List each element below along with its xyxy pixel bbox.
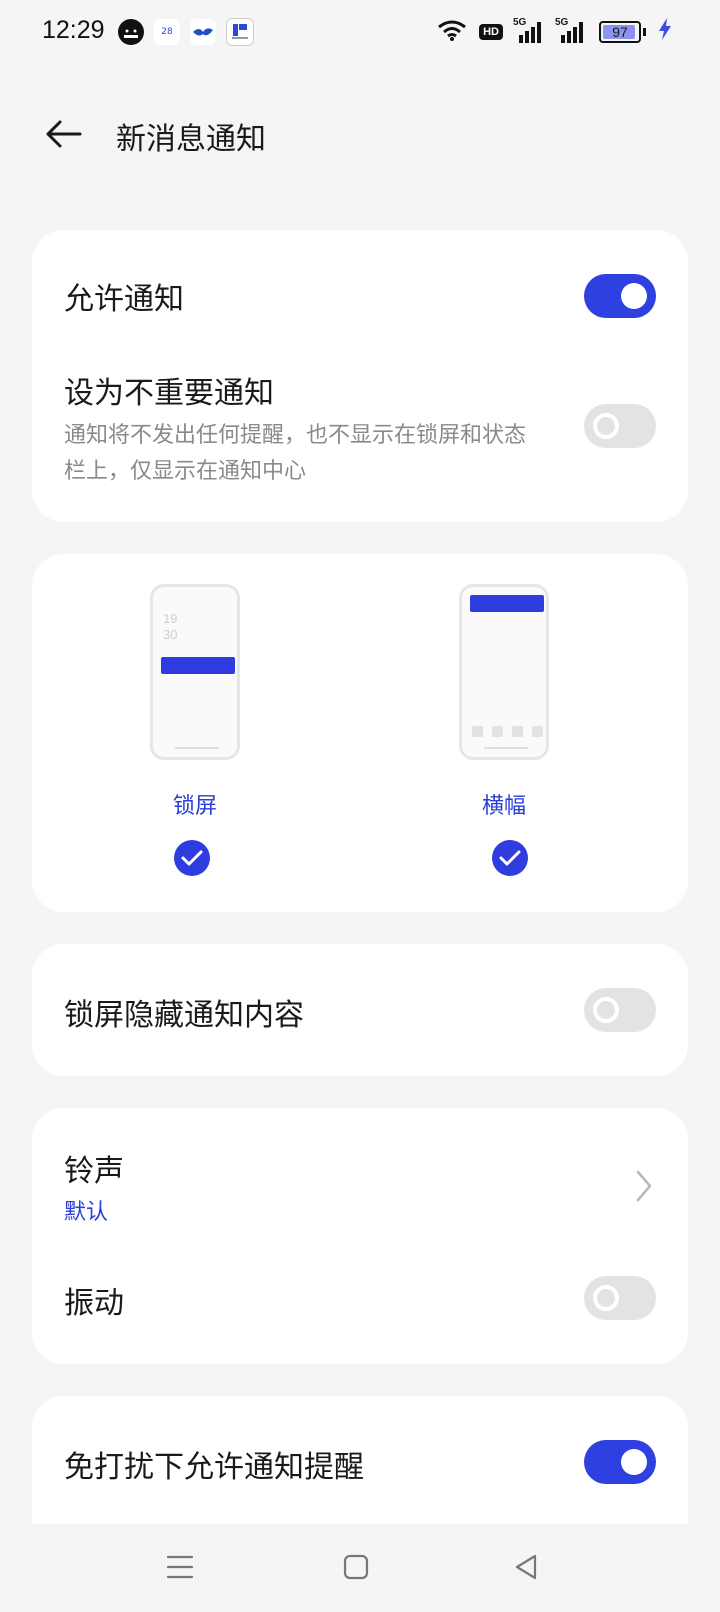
hd-badge: HD xyxy=(479,23,503,40)
checkmark-icon xyxy=(499,850,521,866)
toggle-knob xyxy=(593,413,619,439)
signal-5g-1-icon: 5G xyxy=(513,17,545,43)
signal-label: 5G xyxy=(555,16,569,28)
banner-preview[interactable] xyxy=(459,584,549,760)
lockscreen-preview[interactable]: 19 30 xyxy=(150,584,240,760)
wifi-icon xyxy=(437,19,467,45)
dnd-toggle[interactable] xyxy=(584,1440,656,1484)
unimportant-notification-description: 通知将不发出任何提醒，也不显示在锁屏和状态栏上，仅显示在通知中心 xyxy=(64,423,527,484)
allow-notifications-toggle[interactable] xyxy=(584,274,656,318)
toggle-knob xyxy=(621,1449,647,1475)
hide-content-toggle[interactable] xyxy=(584,988,656,1032)
lockscreen-check[interactable] xyxy=(174,840,210,876)
battery-icon: 97 xyxy=(599,20,641,43)
calendar-day: 28 xyxy=(161,27,173,37)
banner-check[interactable] xyxy=(492,840,528,876)
battery-cap xyxy=(643,27,646,36)
lockscreen-notification-bar xyxy=(161,657,235,674)
dnd-row[interactable]: 免打扰下允许通知提醒 xyxy=(64,1442,656,1486)
notification-style-card: 19 30 锁屏 横幅 xyxy=(32,554,688,912)
navigation-bar xyxy=(0,1524,720,1612)
back-button[interactable] xyxy=(38,112,88,156)
sound-card: 铃声 默认 振动 xyxy=(32,1108,688,1364)
vibrate-toggle[interactable] xyxy=(584,1276,656,1320)
menu-icon xyxy=(166,1555,194,1579)
charging-icon xyxy=(658,18,672,45)
home-icon xyxy=(343,1554,369,1580)
hide-content-card: 锁屏隐藏通知内容 xyxy=(32,944,688,1076)
battery-text: 97 xyxy=(612,23,628,40)
allow-notifications-row[interactable]: 允许通知 xyxy=(64,274,656,318)
back-arrow-icon xyxy=(46,120,82,148)
home-indicator xyxy=(175,747,219,749)
hide-content-label: 锁屏隐藏通知内容 xyxy=(64,998,304,1033)
dock xyxy=(472,726,543,737)
back-icon xyxy=(515,1554,537,1580)
banner-notification-bar xyxy=(470,595,544,612)
ringtone-label: 铃声 xyxy=(64,1154,124,1189)
toggle-knob xyxy=(593,1285,619,1311)
signal-label: 5G xyxy=(513,16,527,28)
checkmark-icon xyxy=(181,850,203,866)
status-time: 12:29 xyxy=(42,16,105,44)
status-bar: 12:29 28 HD 5G 5G 97 xyxy=(0,0,720,64)
bird-app-icon xyxy=(190,19,216,45)
chevron-right-icon[interactable] xyxy=(632,1168,656,1204)
unimportant-notification-toggle[interactable] xyxy=(584,404,656,448)
vibrate-row[interactable]: 振动 xyxy=(64,1278,656,1322)
calendar-icon: 28 xyxy=(154,19,180,45)
dnd-label: 免打扰下允许通知提醒 xyxy=(64,1450,364,1485)
lockscreen-label: 锁屏 xyxy=(172,794,217,819)
hide-content-row[interactable]: 锁屏隐藏通知内容 xyxy=(64,990,656,1034)
cat-app-icon xyxy=(118,19,144,45)
toggle-knob xyxy=(621,283,647,309)
header: 新消息通知 xyxy=(0,100,720,170)
nav-back-button[interactable] xyxy=(496,1542,556,1592)
unimportant-notification-label: 设为不重要通知 xyxy=(64,376,274,411)
vibrate-label: 振动 xyxy=(64,1286,124,1321)
toggle-knob xyxy=(593,997,619,1023)
status-indicators: HD 5G 5G 97 xyxy=(437,17,672,45)
status-app-icons: 28 xyxy=(118,18,254,46)
ringtone-row[interactable]: 铃声 默认 xyxy=(64,1146,656,1226)
home-button[interactable] xyxy=(326,1542,386,1592)
ir-app-icon xyxy=(226,18,254,46)
banner-label: 横幅 xyxy=(481,794,526,819)
page-title: 新消息通知 xyxy=(116,122,266,157)
home-indicator xyxy=(484,747,528,749)
lockscreen-clock: 19 30 xyxy=(163,611,178,642)
ringtone-value: 默认 xyxy=(64,1200,109,1225)
unimportant-notification-row[interactable]: 设为不重要通知 通知将不发出任何提醒，也不显示在锁屏和状态栏上，仅显示在通知中心 xyxy=(64,368,538,490)
menu-button[interactable] xyxy=(150,1542,210,1592)
allow-notifications-label: 允许通知 xyxy=(64,282,184,317)
signal-5g-2-icon: 5G xyxy=(555,17,587,43)
allow-notifications-card: 允许通知 设为不重要通知 通知将不发出任何提醒，也不显示在锁屏和状态栏上，仅显示… xyxy=(32,230,688,522)
